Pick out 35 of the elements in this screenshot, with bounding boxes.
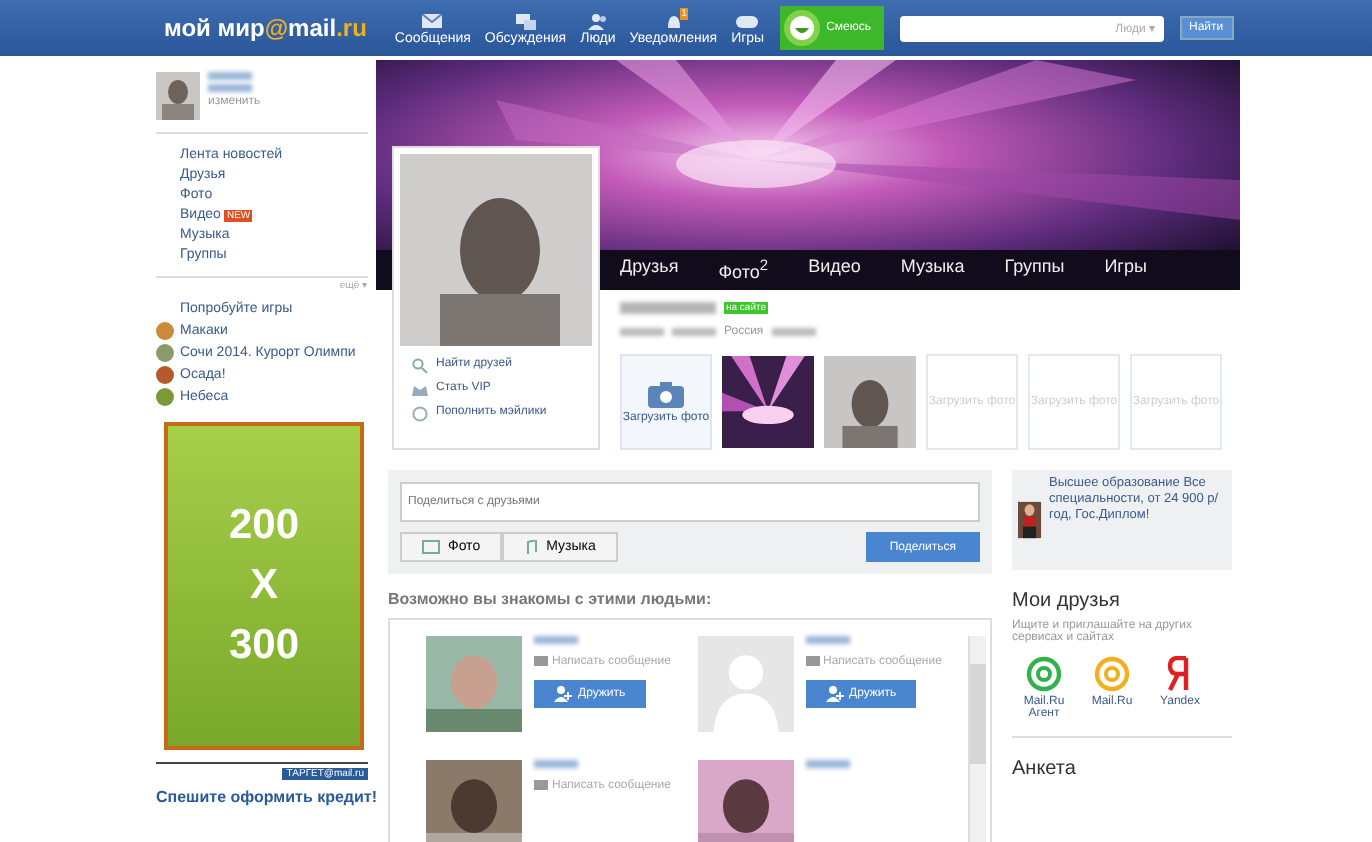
add-person-icon (825, 686, 843, 702)
coin-icon (412, 405, 428, 421)
bell-icon (665, 13, 682, 29)
search-icon (412, 357, 428, 373)
speech-bubble-icon (805, 656, 819, 668)
ad-text: X (249, 562, 278, 610)
ad-text: 200 (228, 502, 300, 550)
music-note-icon (524, 539, 539, 555)
section-title: Анкета (1012, 758, 1078, 780)
blurred-text (771, 328, 816, 336)
section-title: Мои друзья (1012, 590, 1122, 612)
speech-bubble-icon (534, 656, 548, 668)
blurred-text (208, 72, 252, 80)
blurred-text (620, 302, 716, 314)
blurred-text (534, 760, 578, 768)
blurred-text (672, 328, 716, 336)
speech-bubble-icon (534, 780, 548, 792)
blurred-text (805, 636, 849, 644)
smiley-icon (784, 10, 821, 46)
camera-icon (648, 381, 684, 407)
chat-icon (515, 13, 536, 29)
logo[interactable]: мой мир@mail.ru (164, 14, 367, 42)
blurred-text (534, 636, 578, 644)
section-title: Возможно вы знакомы с этими людьми: (388, 590, 714, 608)
blurred-text (208, 84, 252, 92)
envelope-icon (422, 14, 443, 28)
ad-text: 300 (228, 622, 300, 670)
blurred-text (620, 328, 664, 336)
image-icon (422, 540, 440, 554)
default-avatar-icon (697, 636, 793, 732)
crown-icon (412, 381, 428, 397)
add-person-icon (554, 686, 572, 702)
blurred-text (805, 760, 849, 768)
scrollbar[interactable] (968, 636, 986, 842)
people-icon (587, 13, 608, 29)
